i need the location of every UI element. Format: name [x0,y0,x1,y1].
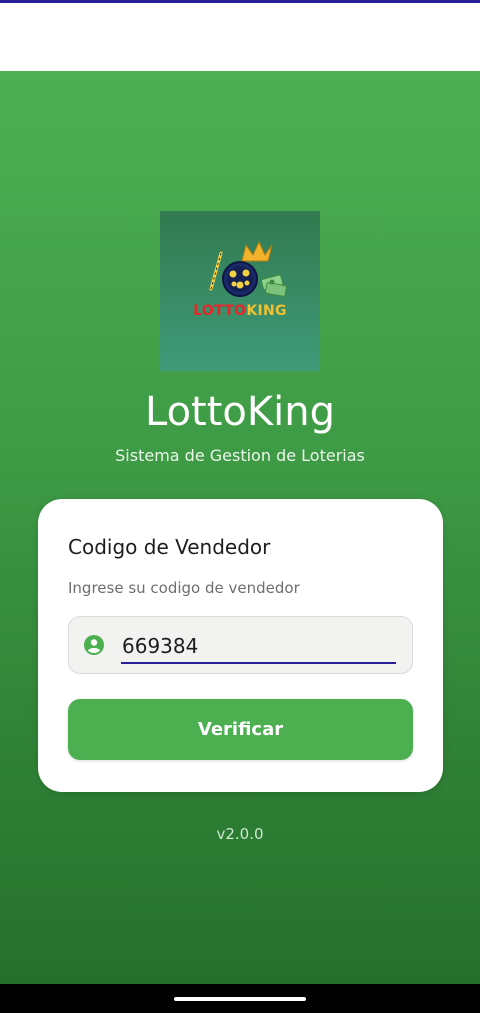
seller-code-field[interactable] [68,616,413,674]
logo-artwork [209,240,287,297]
logo-word-king: KING [246,303,287,319]
logo-wordmark: LOTTOKING [160,303,320,319]
app-subtitle: Sistema de Gestion de Loterias [115,446,365,465]
app-title: LottoKing [145,389,335,435]
account-circle-icon [84,635,104,655]
logo-word-lotto: LOTTO [193,303,247,319]
version-label: v2.0.0 [216,825,264,843]
seller-code-card: Codigo de Vendedor Ingrese su codigo de … [38,499,443,792]
app-logo: LOTTOKING [160,211,320,371]
verify-button[interactable]: Verificar [68,699,413,760]
card-title: Codigo de Vendedor [68,535,271,559]
system-navigation-bar [0,984,480,1013]
card-hint: Ingrese su codigo de vendedor [68,579,300,597]
seller-code-input[interactable] [121,630,396,664]
home-indicator[interactable] [174,997,306,1001]
login-screen: LOTTOKING LottoKing Sistema de Gestion d… [0,71,480,984]
status-bar-area [0,3,480,71]
